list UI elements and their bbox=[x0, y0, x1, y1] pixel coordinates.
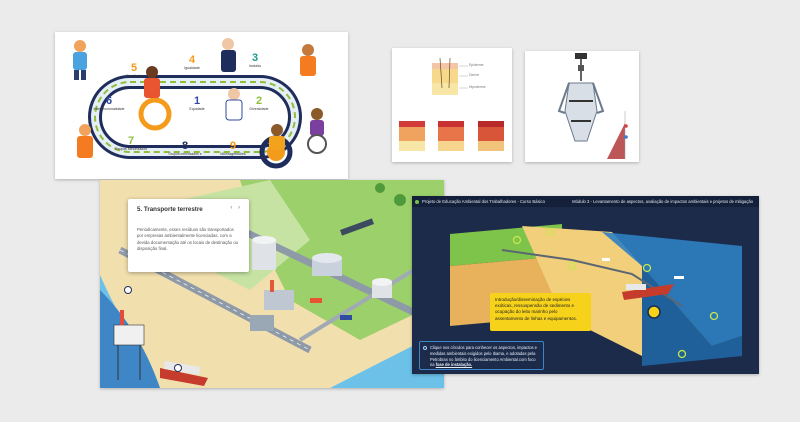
truck bbox=[340, 315, 352, 320]
concept-item[interactable]: 1 Equidade bbox=[179, 95, 215, 111]
person-figure bbox=[77, 124, 93, 158]
truck bbox=[310, 298, 322, 303]
tree bbox=[375, 183, 385, 193]
skin-layer-label: Derme bbox=[469, 73, 480, 77]
force-gradient-indicator bbox=[607, 123, 625, 159]
concept-number: 9 bbox=[229, 140, 237, 152]
offshore-installation-card: Projeto de Educação Ambiental dos Trabal… bbox=[412, 196, 759, 374]
concept-number: 8 bbox=[181, 140, 189, 152]
concept-number: 6 bbox=[105, 95, 113, 107]
storage-tank bbox=[312, 253, 342, 276]
concept-number: 7 bbox=[127, 135, 135, 147]
person-figure bbox=[300, 44, 316, 76]
concept-label: Grupos minorizados e interseccionalidade bbox=[168, 152, 202, 161]
concept-item[interactable]: 4 Igualdade bbox=[174, 54, 210, 70]
info-icon bbox=[423, 346, 427, 350]
concept-item[interactable]: 9 Microagressões bbox=[215, 140, 251, 156]
installation-phase-link[interactable]: fase de instalação. bbox=[436, 362, 472, 367]
boat bbox=[602, 258, 610, 261]
person-figure bbox=[225, 88, 243, 121]
concept-label: Equidade bbox=[126, 74, 142, 78]
factory-building bbox=[250, 315, 274, 331]
concept-label: Diversidade bbox=[249, 107, 269, 111]
safety-harness-card bbox=[525, 51, 639, 162]
concept-label: Igualdade bbox=[184, 66, 200, 70]
concept-number: 1 bbox=[193, 95, 201, 107]
instruction-box: Clique nos círculos para conhecer os asp… bbox=[419, 341, 544, 370]
concept-item[interactable]: 2 Diversidade bbox=[241, 95, 277, 111]
hotspot-marker[interactable] bbox=[174, 364, 182, 372]
hotspot-marker[interactable] bbox=[124, 286, 132, 294]
land-transport-map-card: 5. Transporte terrestre ‹ › Periodicamen… bbox=[100, 180, 444, 388]
tree bbox=[394, 194, 406, 206]
storage-tank bbox=[372, 278, 392, 298]
concept-number: 4 bbox=[188, 54, 196, 66]
concept-item[interactable]: 3 Incluido bbox=[240, 52, 270, 68]
concept-label: Grupos Minorizados bbox=[114, 147, 148, 151]
person-figure bbox=[73, 40, 87, 80]
impact-callout: Introdução/disseminação de espécies exót… bbox=[490, 293, 591, 331]
concept-number: 3 bbox=[251, 52, 259, 64]
concept-label: Equidade bbox=[189, 107, 205, 111]
concept-item[interactable]: 6 Interseccionalidade bbox=[89, 95, 129, 111]
boat bbox=[674, 276, 684, 279]
skin-layer-label: Hipoderme bbox=[469, 85, 486, 89]
concept-item[interactable]: 8 Grupos minorizados e interseccionalida… bbox=[155, 140, 215, 160]
person-figure bbox=[269, 124, 285, 150]
safety-harness-illustration bbox=[557, 53, 628, 159]
popup-title: 5. Transporte terrestre bbox=[137, 206, 203, 213]
info-popup: 5. Transporte terrestre ‹ › Periodicamen… bbox=[128, 199, 249, 272]
skin-layer-label: Epiderme bbox=[469, 63, 484, 67]
concept-item[interactable]: 5 Equidade bbox=[117, 62, 151, 78]
concept-item[interactable]: 7 Grupos Minorizados bbox=[111, 135, 151, 151]
popup-nav-arrows[interactable]: ‹ › bbox=[230, 205, 242, 211]
wheelchair-user-figure bbox=[307, 108, 327, 154]
concept-number: 2 bbox=[255, 95, 263, 107]
skin-diagram bbox=[399, 57, 504, 151]
diversity-infographic-card: 5 Equidade 4 Igualdade 3 Incluido 6 Inte… bbox=[55, 32, 348, 179]
person-figure bbox=[221, 38, 236, 72]
concept-label: Interseccionalidade bbox=[93, 107, 125, 111]
active-hotspot-marker[interactable] bbox=[647, 305, 661, 319]
concept-number: 5 bbox=[130, 62, 138, 74]
concept-label: Incluido bbox=[248, 64, 262, 68]
popup-body: Periodicamente, esses resíduos são trans… bbox=[137, 227, 239, 252]
skin-layers-card: Epiderme Derme Hipoderme bbox=[392, 48, 512, 162]
concept-label: Microagressões bbox=[220, 152, 246, 156]
storage-tank bbox=[252, 236, 276, 270]
